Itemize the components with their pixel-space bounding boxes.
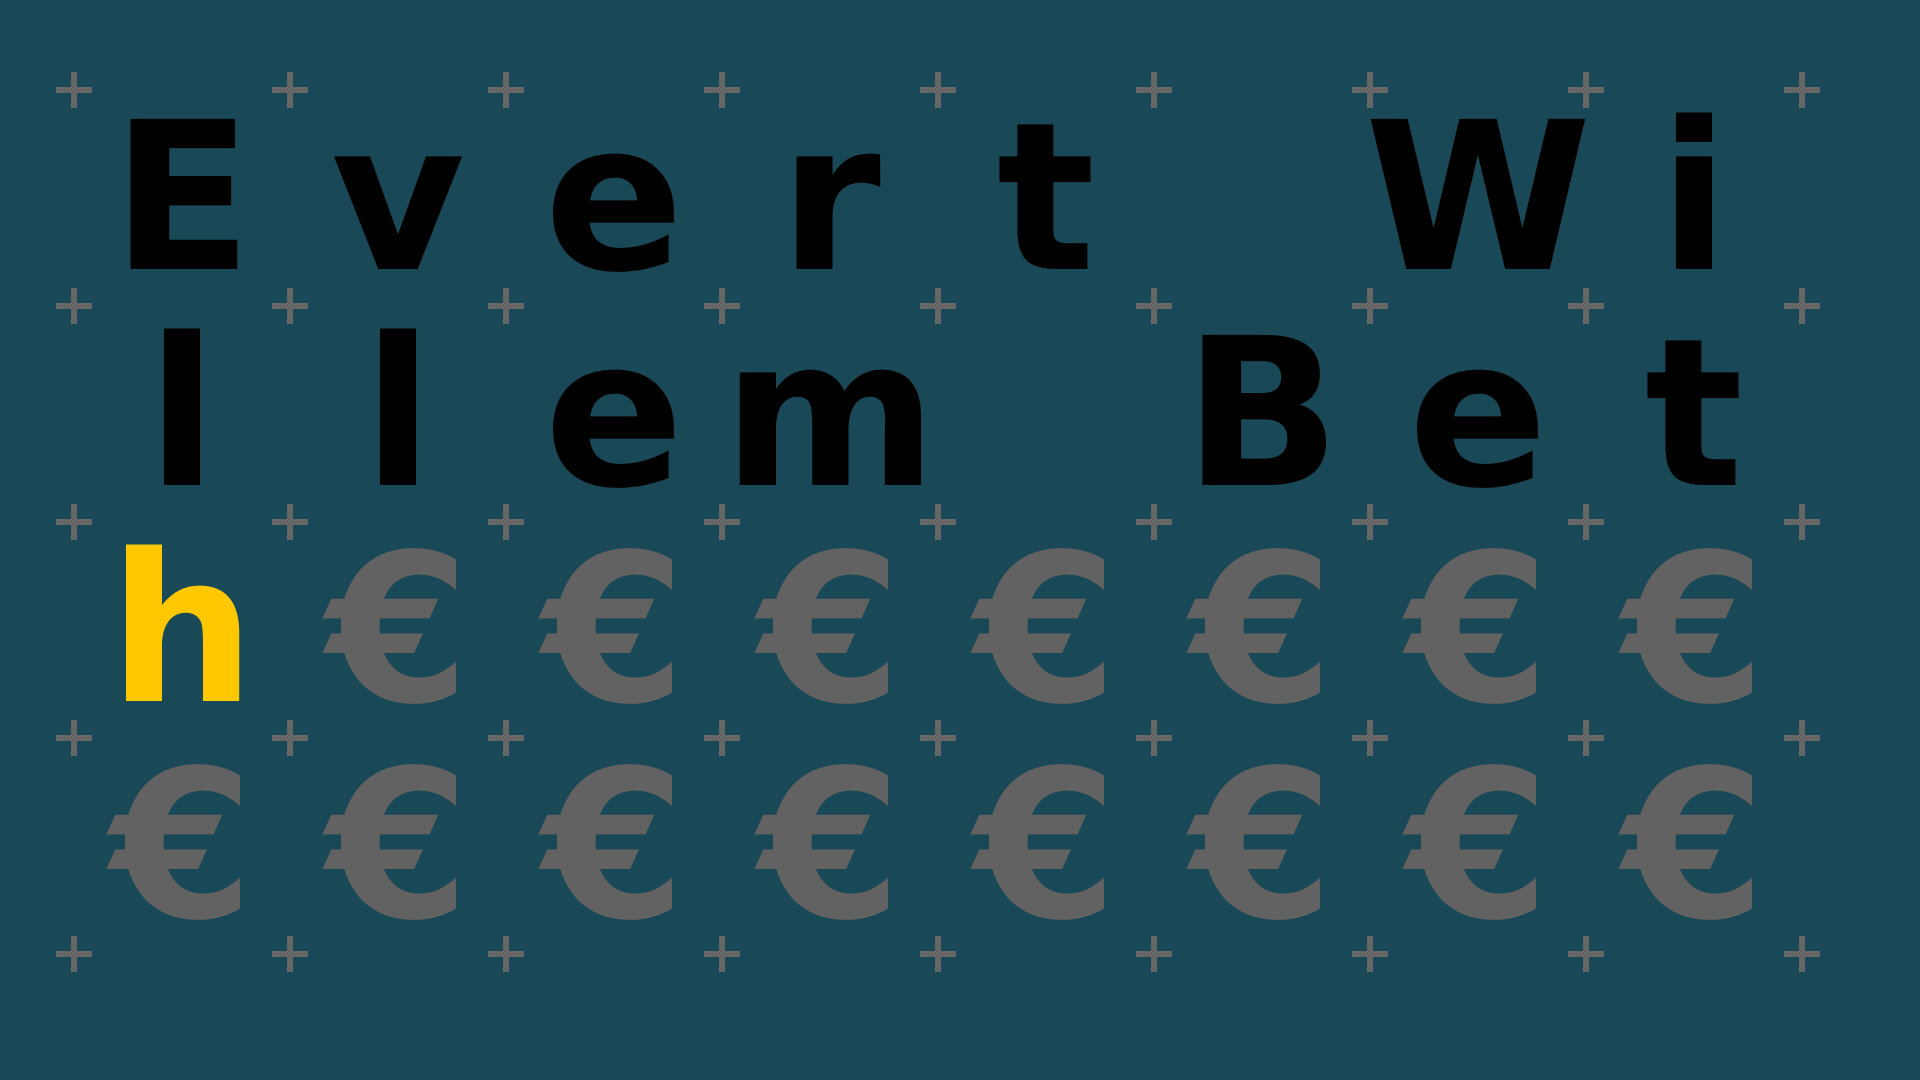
empty-cell	[938, 306, 1154, 522]
euro-sign-icon[interactable]: €	[1586, 522, 1802, 738]
euro-sign-icon[interactable]: €	[938, 738, 1154, 954]
euro-sign-icon[interactable]: €	[506, 738, 722, 954]
letter-cell: e	[1408, 294, 1548, 534]
euro-sign-icon[interactable]: €	[1586, 738, 1802, 954]
letter-cell: W	[1364, 78, 1592, 318]
letter-cell: t	[996, 78, 1096, 318]
letter-cell: i	[1658, 78, 1730, 318]
euro-sign-icon[interactable]: €	[1154, 738, 1370, 954]
euro-sign-icon[interactable]: €	[1370, 738, 1586, 954]
euro-sign-icon[interactable]: €	[290, 522, 506, 738]
euro-sign-icon[interactable]: €	[290, 738, 506, 954]
puzzle-board: Evert Willem Be t h € € € € € € € € € € € € € € €	[0, 0, 1920, 1080]
letter-cell: m	[722, 294, 938, 534]
euro-sign-icon[interactable]: €	[938, 522, 1154, 738]
letter-cell: l	[362, 294, 434, 534]
hint-letter-cell: h	[108, 510, 256, 750]
empty-cell	[1154, 90, 1370, 306]
letter-cell: l	[146, 294, 218, 534]
letter-cell: r	[779, 78, 881, 318]
letter-cell: e	[544, 78, 684, 318]
letter-cell: e	[544, 294, 684, 534]
euro-sign-icon[interactable]: €	[1370, 522, 1586, 738]
euro-sign-icon[interactable]: €	[74, 738, 290, 954]
letter-cell: t	[1644, 294, 1744, 534]
euro-sign-icon[interactable]: €	[722, 738, 938, 954]
letter-cell: B	[1183, 294, 1341, 534]
euro-sign-icon[interactable]: €	[506, 522, 722, 738]
letter-cell: v	[330, 78, 466, 318]
euro-sign-icon[interactable]: €	[1154, 522, 1370, 738]
letter-cell: E	[111, 78, 253, 318]
euro-sign-icon[interactable]: €	[722, 522, 938, 738]
